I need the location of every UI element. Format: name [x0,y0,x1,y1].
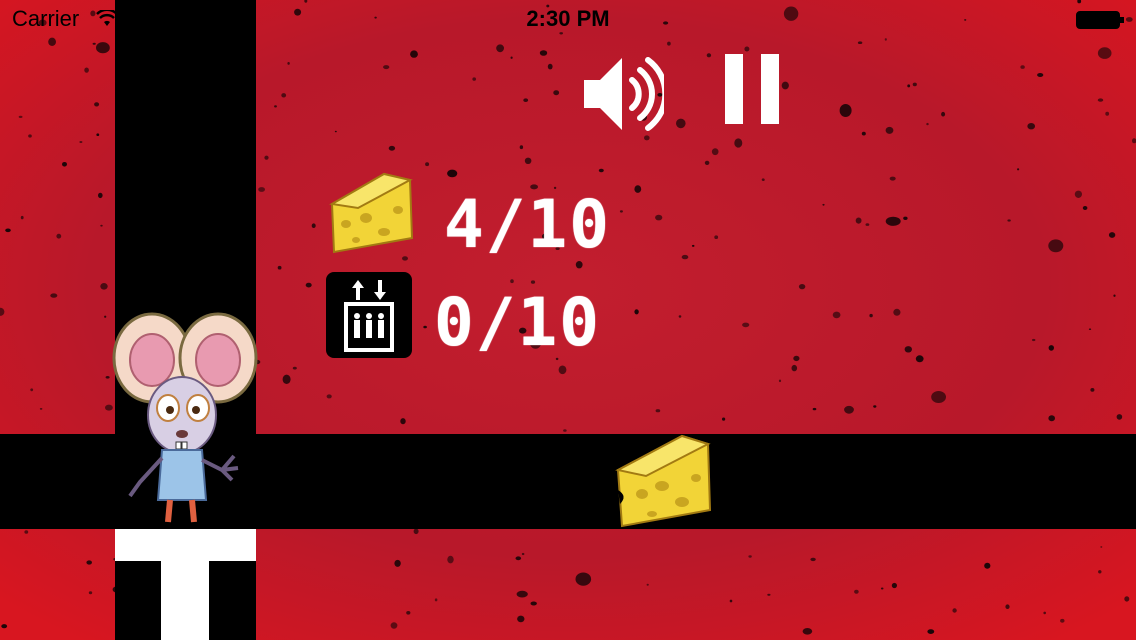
cheese-pickup[interactable] [612,434,712,528]
pause-icon [725,54,779,124]
elevator-door-marker [115,529,256,640]
sound-toggle-button[interactable] [582,52,669,136]
cheese-icon [329,172,414,254]
game-screen: Carrier 2:30 PM 4/10 0/10 [0,0,1136,640]
pause-button[interactable] [722,52,782,126]
cheese-counter: 4/10 [444,186,611,263]
elevator-icon [326,272,412,358]
battery-icon [1076,11,1124,29]
mouse-character[interactable] [110,310,260,530]
elevator-counter: 0/10 [434,284,601,361]
speaker-icon [584,57,669,131]
